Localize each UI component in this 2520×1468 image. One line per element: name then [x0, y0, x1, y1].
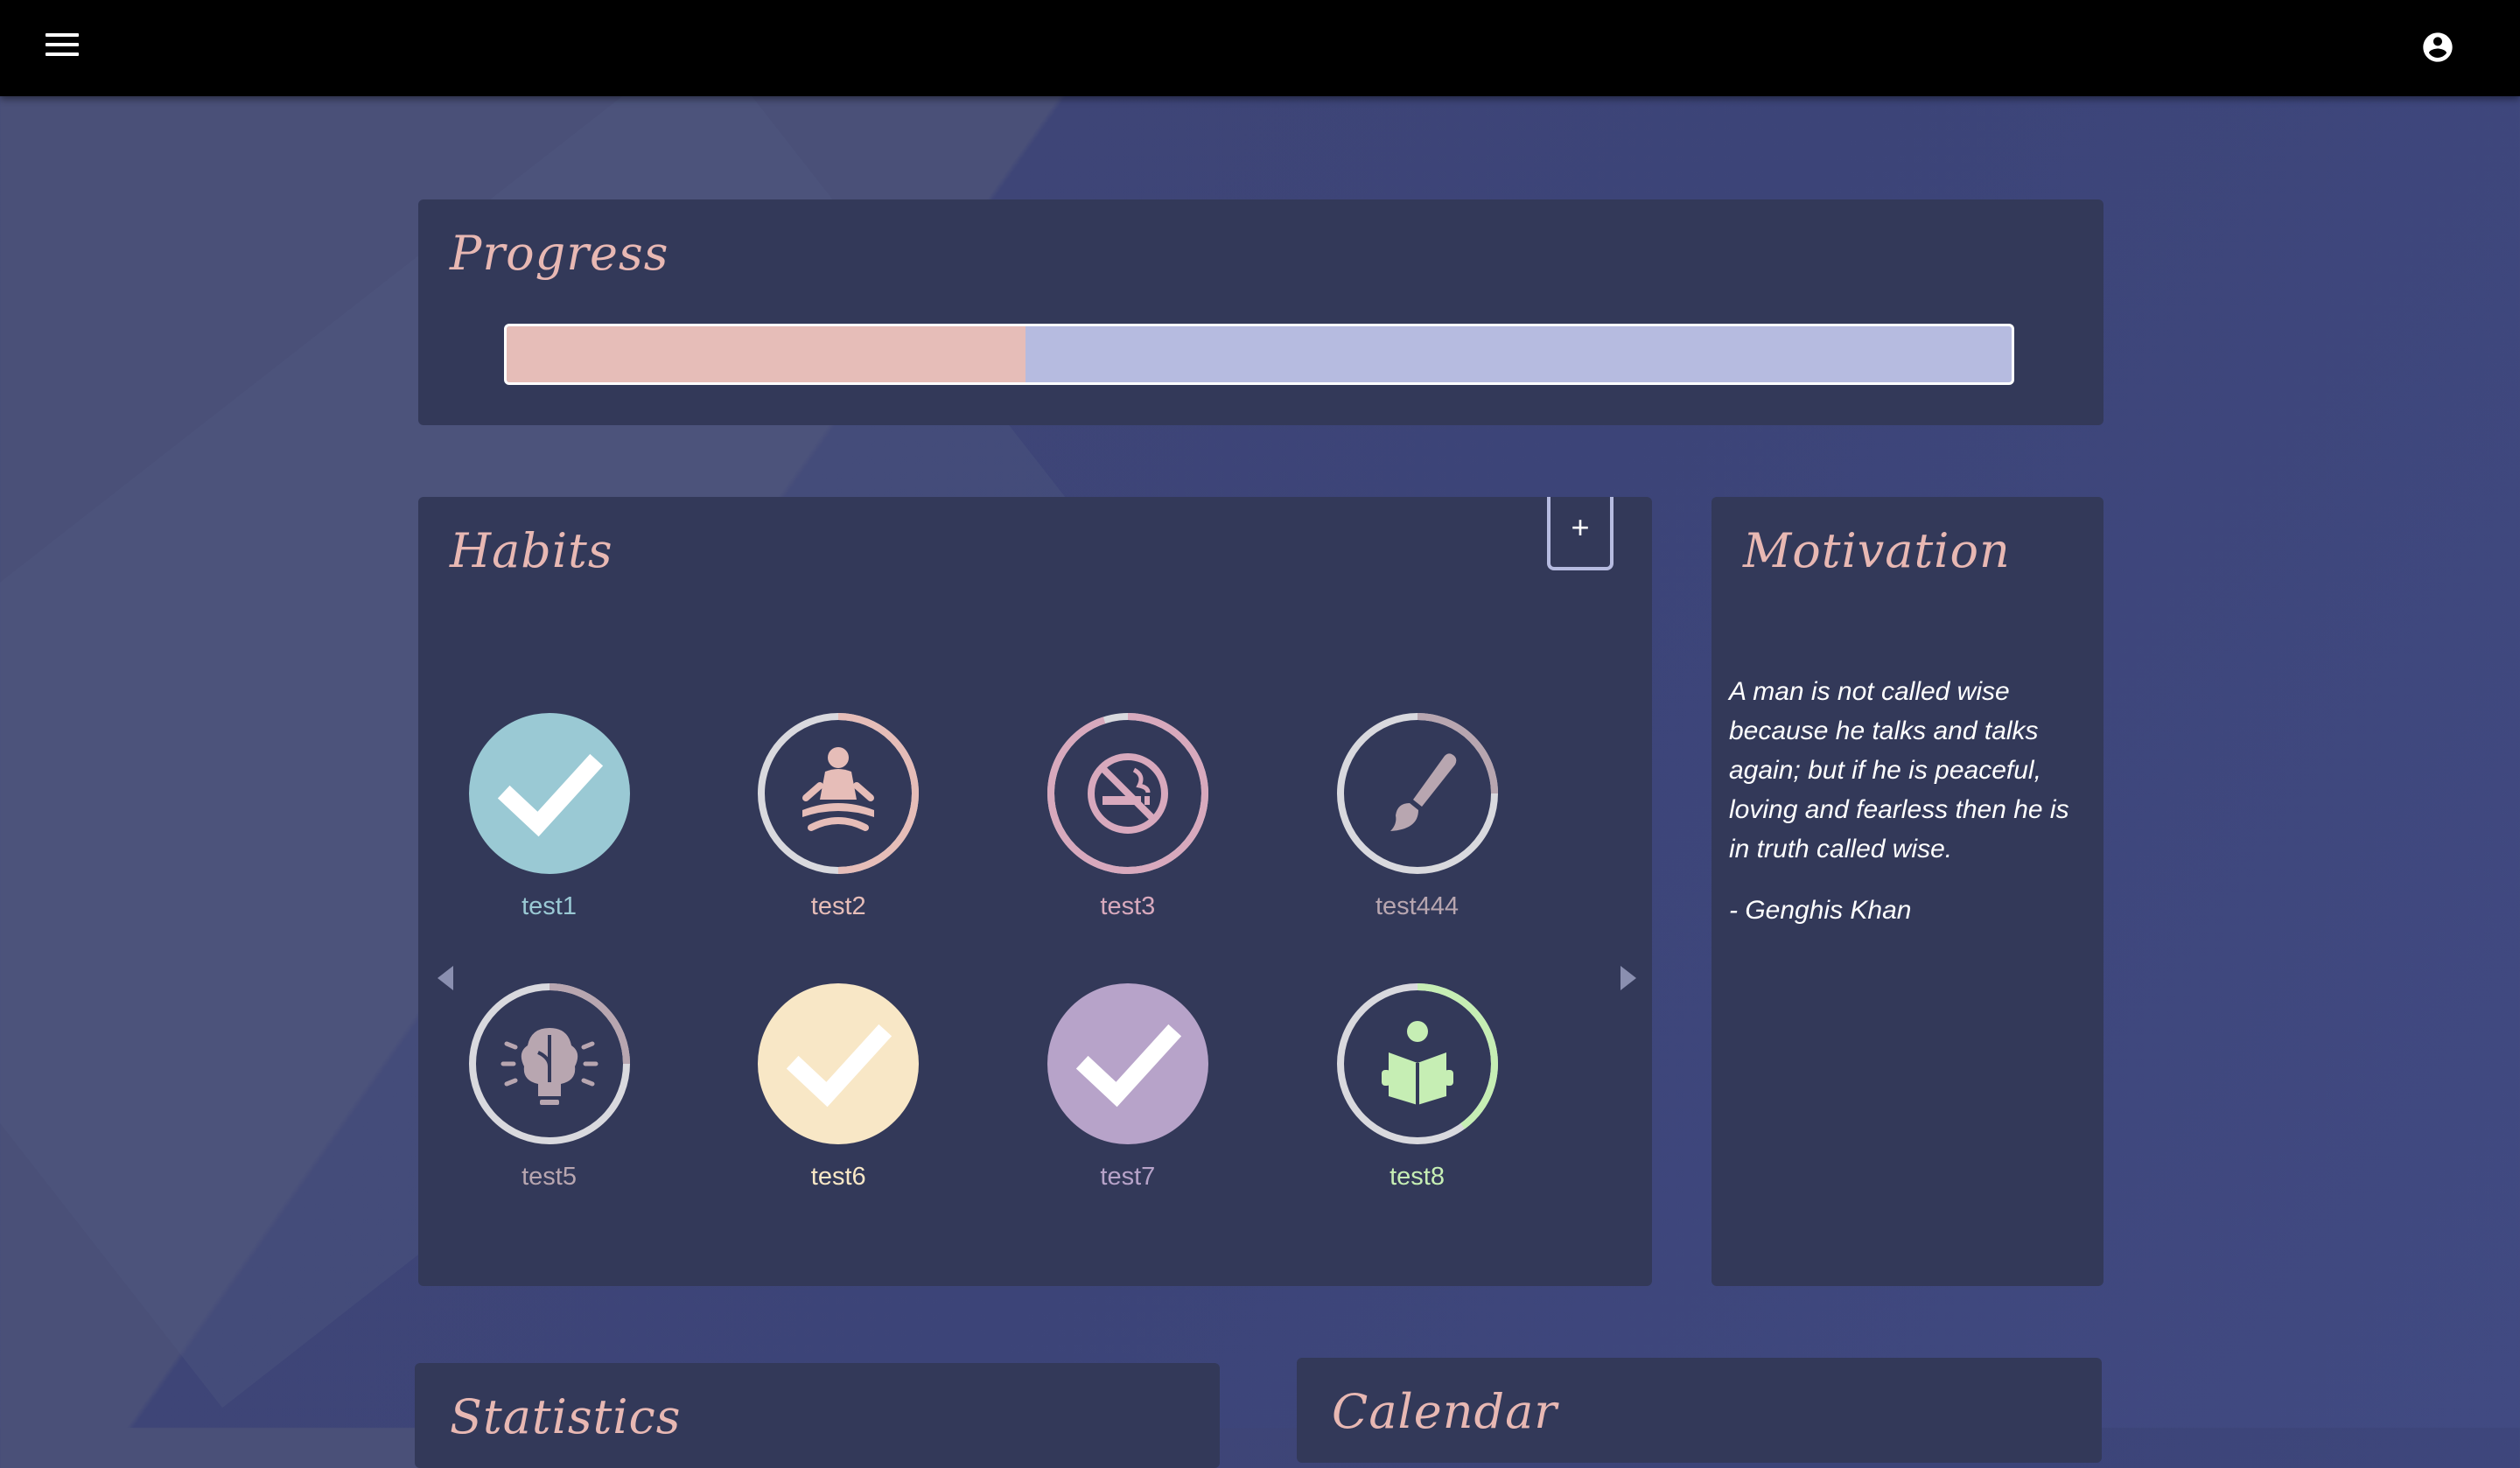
account-circle-icon[interactable]	[2420, 30, 2455, 65]
previous-page-arrow-icon[interactable]	[438, 966, 453, 990]
add-habit-button[interactable]: +	[1547, 497, 1614, 570]
motivation-title: Motivation	[1743, 523, 2011, 578]
habit-label: test8	[1390, 1162, 1445, 1191]
progress-bar-fill	[507, 326, 1026, 382]
habit-label: test7	[1100, 1162, 1156, 1191]
habit-item[interactable]: test7	[1040, 982, 1214, 1201]
habit-label: test3	[1100, 892, 1156, 921]
brain-lightbulb-icon	[468, 982, 631, 1145]
progress-title: Progress	[450, 226, 669, 281]
habit-item[interactable]: test3	[1040, 712, 1214, 931]
statistics-title: Statistics	[450, 1389, 682, 1444]
habit-label: test2	[810, 892, 866, 921]
habit-item[interactable]: test1	[461, 712, 636, 931]
check-icon	[757, 982, 920, 1145]
meditation-icon	[757, 712, 920, 875]
habits-title: Habits	[450, 523, 613, 578]
habit-item[interactable]: test444	[1329, 712, 1504, 931]
next-page-arrow-icon[interactable]	[1620, 966, 1636, 990]
progress-panel: Progress	[418, 199, 2104, 425]
motivation-panel: Motivation A man is not called wise beca…	[1712, 497, 2104, 1286]
habit-item[interactable]: test6	[750, 982, 925, 1201]
reading-icon	[1336, 982, 1499, 1145]
top-app-bar	[0, 0, 2520, 96]
hamburger-menu-icon[interactable]	[46, 33, 79, 59]
calendar-title: Calendar	[1332, 1384, 1558, 1439]
habit-label: test6	[810, 1162, 866, 1191]
habit-label: test5	[522, 1162, 577, 1191]
progress-bar	[504, 324, 2014, 385]
motivation-author: - Genghis Khan	[1729, 896, 1912, 925]
check-icon	[1046, 982, 1209, 1145]
statistics-panel: Statistics	[415, 1363, 1220, 1468]
motivation-quote: A man is not called wise because he talk…	[1729, 677, 2069, 863]
habit-item[interactable]: test5	[461, 982, 636, 1201]
no-smoking-icon	[1046, 712, 1209, 875]
habit-label: test1	[522, 892, 577, 921]
habit-item[interactable]: test2	[750, 712, 925, 931]
habit-label: test444	[1375, 892, 1460, 921]
paintbrush-icon	[1336, 712, 1499, 875]
check-icon	[468, 712, 631, 875]
habit-item[interactable]: test8	[1329, 982, 1504, 1201]
calendar-panel: Calendar	[1297, 1358, 2102, 1463]
habits-panel: Habits + test1 test2 test3 test444 test5…	[418, 497, 1652, 1286]
